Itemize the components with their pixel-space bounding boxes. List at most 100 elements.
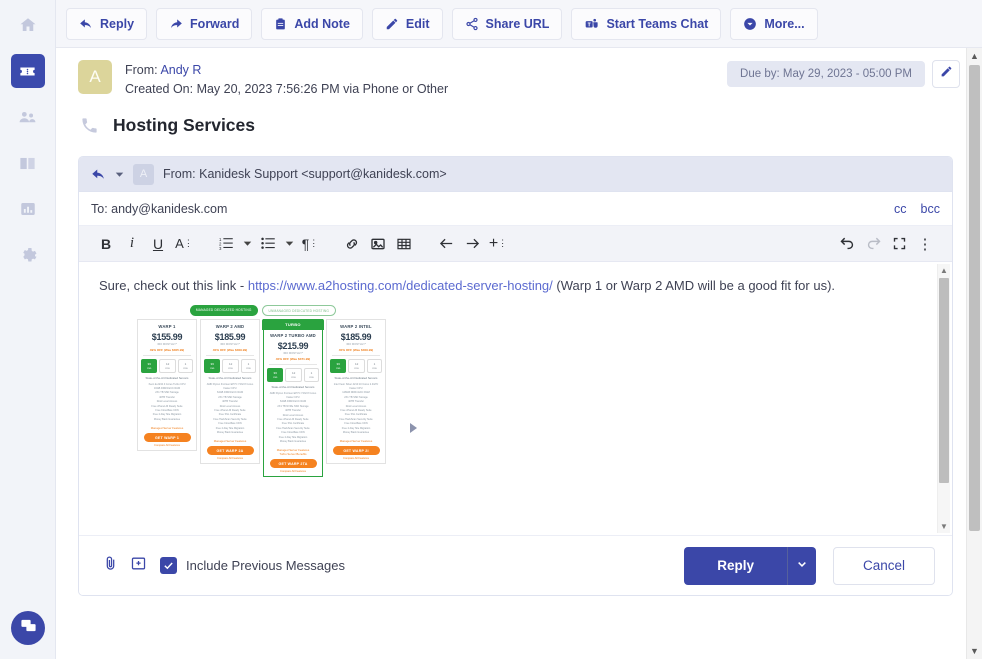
outdent-button[interactable] xyxy=(433,231,459,257)
plan-cta-button[interactable]: GET WARP 2TA xyxy=(269,459,317,469)
chat-fab[interactable] xyxy=(11,611,45,645)
insert-link-button[interactable] xyxy=(339,231,365,257)
unordered-list-caret-icon[interactable] xyxy=(281,231,297,257)
reply-action-button[interactable]: Reply xyxy=(66,7,148,40)
divider xyxy=(332,355,380,356)
term-option[interactable]: 1 mo xyxy=(240,358,256,373)
reply-editor-body[interactable]: Sure, check out this link - https://www.… xyxy=(79,262,952,535)
due-date-badge: Due by: May 29, 2023 - 05:00 PM xyxy=(727,61,925,87)
term-option[interactable]: 12 mo xyxy=(285,367,302,382)
editor-scroll-up-button[interactable]: ▲ xyxy=(938,264,950,277)
rich-text-toolbar: B i U A ⋮ 123 ¶ ⋮ + ⋮ ⋮ xyxy=(79,226,952,262)
plan-period: /MO MONTHLY* xyxy=(346,343,366,346)
bcc-button[interactable]: bcc xyxy=(921,202,940,216)
ticket-from-name[interactable]: Andy R xyxy=(160,63,201,77)
insert-image-button[interactable] xyxy=(365,231,391,257)
page-scrollbar[interactable]: ▲ ▼ xyxy=(966,48,982,659)
editor-scroll-down-button[interactable]: ▼ xyxy=(938,520,950,533)
app-root: Reply Forward Add Note Edit Share URL St… xyxy=(0,0,982,659)
term-option[interactable]: 36 mo xyxy=(204,358,221,373)
edit-action-button[interactable]: Edit xyxy=(371,7,443,40)
turbo-badge: TURBO xyxy=(262,319,324,330)
term-option[interactable]: 12 mo xyxy=(222,358,239,373)
term-option[interactable]: 1 mo xyxy=(366,358,382,373)
plan-features: Intel Xeon Silver 4210 10 Cores 2.4GHz F… xyxy=(330,383,382,436)
edit-due-date-button[interactable] xyxy=(932,60,960,88)
term-option[interactable]: 12 mo xyxy=(348,358,365,373)
insert-table-button[interactable] xyxy=(391,231,417,257)
chevron-down-icon xyxy=(797,559,807,572)
pricing-card[interactable]: WARP 1 $155.99 /MO MONTHLY* 49% OFF (Was… xyxy=(137,319,197,452)
compare-features-link[interactable]: Compare All Features xyxy=(267,470,319,473)
font-style-button[interactable]: A ⋮ xyxy=(171,231,197,257)
pricing-card[interactable]: WARP 2 INTEL $185.99 /MO MONTHLY* 40% OF… xyxy=(326,319,386,465)
pill-managed-dedicated-hosting[interactable]: MANAGED DEDICATED HOSTING xyxy=(189,305,258,316)
page-scroll-thumb[interactable] xyxy=(969,65,980,531)
fullscreen-button[interactable] xyxy=(886,231,912,257)
reply-submit-button[interactable]: Reply xyxy=(684,546,787,585)
compare-features-link[interactable]: Compare All Features xyxy=(330,457,382,460)
triangle-right-icon[interactable] xyxy=(410,423,417,433)
start-teams-chat-action-button[interactable]: Start Teams Chat xyxy=(571,7,722,40)
compare-features-link[interactable]: Compare All Features xyxy=(141,444,193,447)
cancel-button[interactable]: Cancel xyxy=(832,546,935,585)
term-option[interactable]: 36 mo xyxy=(141,358,158,373)
sidebar-item-home[interactable] xyxy=(11,8,45,42)
plan-cta-button[interactable]: GET WARP 2I xyxy=(332,446,380,456)
ticket-created-line: Created On: May 20, 2023 7:56:26 PM via … xyxy=(125,82,449,96)
overflow-menu-button[interactable]: ⋮ xyxy=(912,231,938,257)
page-scroll-up-button[interactable]: ▲ xyxy=(967,48,982,64)
indent-button[interactable] xyxy=(459,231,485,257)
redo-button[interactable] xyxy=(860,231,886,257)
sidebar-item-tickets[interactable] xyxy=(10,54,45,88)
pricing-card[interactable]: WARP 2 AMD $185.99 /MO MONTHLY* 40% OFF … xyxy=(200,319,260,465)
term-option[interactable]: 1 mo xyxy=(303,367,319,382)
sidebar-item-reports[interactable] xyxy=(11,192,45,226)
reply-options-dropdown[interactable] xyxy=(786,546,816,585)
term-option[interactable]: 12 mo xyxy=(159,358,176,373)
undo-button[interactable] xyxy=(834,231,860,257)
ordered-list-button[interactable]: 123 xyxy=(213,231,239,257)
pricing-card-featured[interactable]: WARP 2 TURBO AMD $215.99 /MO MONTHLY* 40… xyxy=(263,319,323,478)
insert-more-button[interactable]: + ⋮ xyxy=(485,231,511,257)
term-option[interactable]: 36 mo xyxy=(330,358,347,373)
more-action-button[interactable]: More... xyxy=(730,7,818,40)
term-option[interactable]: 1 mo xyxy=(177,358,193,373)
a2hosting-pricing-screenshot[interactable]: MANAGED DEDICATED HOSTING UNMANAGED DEDI… xyxy=(137,305,417,478)
sidebar-item-settings[interactable] xyxy=(11,238,45,272)
italic-button[interactable]: i xyxy=(119,231,145,257)
paragraph-format-button[interactable]: ¶ ⋮ xyxy=(297,231,323,257)
insert-inline-image-button[interactable] xyxy=(124,552,152,580)
editor-scrollbar[interactable]: ▲ ▼ xyxy=(937,264,950,533)
reply-body-link[interactable]: https://www.a2hosting.com/dedicated-serv… xyxy=(248,278,553,293)
share-url-action-button[interactable]: Share URL xyxy=(451,7,563,40)
reply-to-text[interactable]: To: andy@kanidesk.com xyxy=(91,202,227,216)
underline-button[interactable]: U xyxy=(145,231,171,257)
plan-cta-button[interactable]: GET WARP 1 xyxy=(143,433,191,443)
ordered-list-caret-icon[interactable] xyxy=(239,231,255,257)
add-note-action-button[interactable]: Add Note xyxy=(261,7,363,40)
plan-price: $215.99 xyxy=(277,341,309,351)
bold-button[interactable]: B xyxy=(93,231,119,257)
compare-features-link[interactable]: Compare All Features xyxy=(204,457,256,460)
sidebar-item-contacts[interactable] xyxy=(11,100,45,134)
sidebar-item-knowledge-base[interactable] xyxy=(11,146,45,180)
book-icon xyxy=(18,154,37,173)
plan-name: WARP 2 INTEL xyxy=(340,324,372,329)
cc-button[interactable]: cc xyxy=(894,202,907,216)
managed-features-link[interactable]: Managed Server Features xyxy=(330,439,382,443)
include-previous-messages-checkbox[interactable] xyxy=(160,557,177,574)
forward-action-button[interactable]: Forward xyxy=(156,7,253,40)
editor-scroll-thumb[interactable] xyxy=(939,278,949,483)
unordered-list-button[interactable] xyxy=(255,231,281,257)
managed-features-link[interactable]: Managed Server Features xyxy=(204,439,256,443)
pill-unmanaged-dedicated-hosting[interactable]: UNMANAGED DEDICATED HOSTING xyxy=(261,305,337,316)
turbo-benefits-link[interactable]: Turbo Server Benefits xyxy=(267,452,319,456)
managed-features-link[interactable]: Managed Server Features xyxy=(141,426,193,430)
reply-arrow-icon[interactable] xyxy=(91,167,106,182)
term-option[interactable]: 36 mo xyxy=(267,367,284,382)
attach-file-button[interactable] xyxy=(96,552,124,580)
caret-down-icon[interactable] xyxy=(115,170,124,179)
plan-cta-button[interactable]: GET WARP 2A xyxy=(206,446,254,456)
page-scroll-down-button[interactable]: ▼ xyxy=(967,643,982,659)
